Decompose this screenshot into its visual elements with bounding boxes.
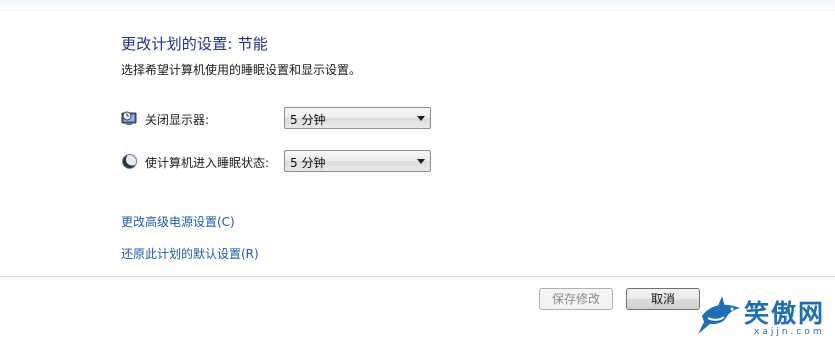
chevron-down-icon — [417, 159, 425, 164]
advanced-power-settings-link[interactable]: 更改高级电源设置(C) — [121, 213, 235, 230]
sleep-value: 5 分钟 — [290, 156, 326, 170]
watermark-logo: 笑傲网 xajjn.com — [698, 292, 835, 341]
setting-row-display: 关闭显示器: 5 分钟 — [121, 107, 451, 131]
cancel-button[interactable]: 取消 — [626, 288, 700, 310]
chevron-down-icon — [417, 116, 425, 121]
restore-defaults-link[interactable]: 还原此计划的默认设置(R) — [121, 245, 259, 262]
sleep-label: 使计算机进入睡眠状态: — [145, 156, 270, 170]
display-off-value: 5 分钟 — [290, 113, 326, 127]
save-changes-button[interactable]: 保存修改 — [539, 288, 613, 310]
monitor-clock-icon — [121, 110, 138, 127]
watermark-domain: xajjn.com — [754, 327, 825, 337]
page-title: 更改计划的设置: 节能 — [121, 35, 269, 53]
sleep-dropdown[interactable]: 5 分钟 — [284, 150, 431, 172]
shark-logo-icon — [698, 294, 744, 336]
setting-row-sleep: 使计算机进入睡眠状态: 5 分钟 — [121, 150, 451, 174]
display-off-label: 关闭显示器: — [145, 113, 210, 127]
page-subtitle: 选择希望计算机使用的睡眠设置和显示设置。 — [121, 63, 362, 77]
moon-sleep-icon — [121, 153, 138, 170]
window-top-strip — [0, 0, 835, 11]
footer-divider — [0, 276, 835, 277]
watermark-text: 笑傲网 — [744, 299, 826, 328]
display-off-dropdown[interactable]: 5 分钟 — [284, 107, 431, 129]
